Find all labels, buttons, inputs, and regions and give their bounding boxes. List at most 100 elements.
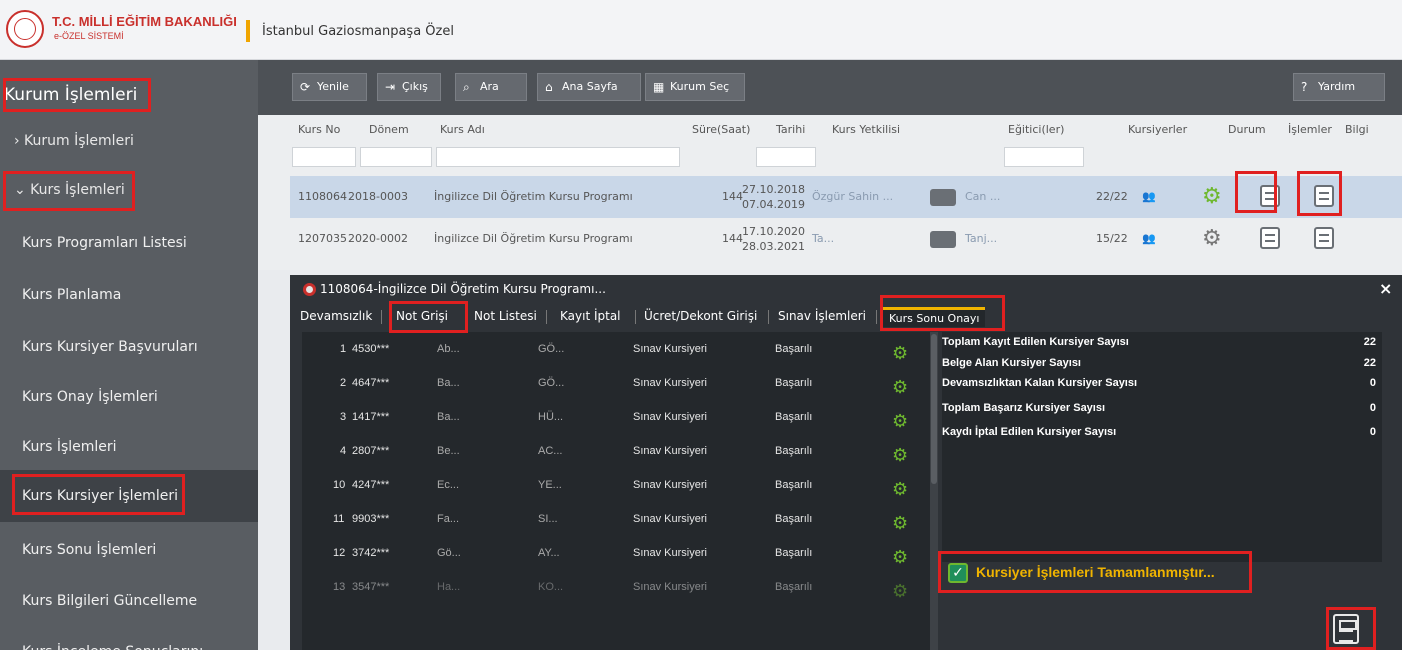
modal-header: 1108064-İngilizce Dil Öğretim Kursu Prog… — [290, 275, 1402, 303]
column-header[interactable]: Eğitici(ler) — [1008, 123, 1064, 136]
search-button[interactable]: ⌕ Ara — [455, 73, 527, 101]
briefcase-icon — [930, 189, 956, 206]
filter-input[interactable] — [756, 147, 816, 167]
tab-not-girisi[interactable]: Not Grişi — [396, 309, 448, 323]
sidebar-item-kurs-islemleri[interactable]: ⌄ Kurs İşlemleri — [0, 164, 258, 216]
list-item[interactable]: 3 1417*** Ba... HÜ... Sınav Kursiyeri Ba… — [302, 400, 930, 434]
edit-document-icon[interactable] — [1260, 227, 1280, 249]
course-period: 2020-0002 — [348, 232, 408, 245]
course-modal: 1108064-İngilizce Dil Öğretim Kursu Prog… — [290, 275, 1402, 650]
tab-sinav-islemleri[interactable]: Sınav İşlemleri — [778, 309, 866, 323]
column-header[interactable]: Dönem — [369, 123, 409, 136]
list-item[interactable]: 2 4647*** Ba... GÖ... Sınav Kursiyeri Ba… — [302, 366, 930, 400]
course-date: 17.10.2020 28.03.2021 — [742, 225, 805, 253]
close-icon[interactable]: × — [1379, 279, 1392, 298]
course-period: 2018-0003 — [348, 190, 408, 203]
filter-input[interactable] — [360, 147, 432, 167]
completion-status[interactable]: ✓ Kursiyer İşlemleri Tamamlanmıştır... — [942, 555, 1244, 589]
course-hours: 144 — [722, 190, 743, 203]
filter-input[interactable] — [436, 147, 680, 167]
tab-ucret-dekont[interactable]: Ücret/Dekont Girişi — [644, 309, 757, 323]
gear-icon[interactable]: ⚙ — [1202, 226, 1222, 251]
ministry-title: T.C. MİLLİ EĞİTİM BAKANLIĞI — [52, 14, 237, 29]
course-name: İngilizce Dil Öğretim Kursu Programı — [434, 232, 633, 245]
filter-input[interactable] — [292, 147, 356, 167]
sidebar-title[interactable]: Kurum İşlemleri — [0, 75, 258, 115]
list-item[interactable]: 10 4247*** Ec... YE... Sınav Kursiyeri B… — [302, 468, 930, 502]
ministry-subtitle: e-ÖZEL SİSTEMİ — [54, 31, 124, 41]
column-header[interactable]: Durum — [1228, 123, 1266, 136]
tab-not-listesi[interactable]: Not Listesi — [474, 309, 537, 323]
course-name: İngilizce Dil Öğretim Kursu Programı — [434, 190, 633, 203]
column-header[interactable]: Kurs Adı — [440, 123, 485, 136]
table-row[interactable]: 1207035 2020-0002 İngilizce Dil Öğretim … — [290, 218, 1402, 260]
summary-row: Belge Alan Kursiyer Sayısı 22 — [942, 357, 1376, 369]
filter-input[interactable] — [1004, 147, 1084, 167]
list-item[interactable]: 1 4530*** Ab... GÖ... Sınav Kursiyeri Ba… — [302, 332, 930, 366]
course-date: 27.10.2018 07.04.2019 — [742, 183, 805, 211]
tab-kayit-iptal[interactable]: Kayıt İptal — [560, 309, 621, 323]
gear-icon[interactable]: ⚙ — [892, 513, 908, 534]
info-document-icon[interactable] — [1314, 227, 1334, 249]
gear-icon[interactable]: ⚙ — [892, 343, 908, 364]
gear-icon[interactable]: ⚙ — [892, 479, 908, 500]
sidebar-item-kurs-onay[interactable]: Kurs Onay İşlemleri — [0, 371, 258, 423]
column-header[interactable]: Bilgi — [1345, 123, 1369, 136]
sidebar-item-kurs-inceleme[interactable]: Kurs İnceleme Sonuçlarını — [0, 626, 258, 650]
sidebar-item-kurs-sonu[interactable]: Kurs Sonu İşlemleri — [0, 524, 258, 576]
column-header[interactable]: Tarihi — [776, 123, 805, 136]
refresh-icon: ⟳ — [300, 80, 311, 94]
select-institution-button[interactable]: ▦ Kurum Seç — [645, 73, 745, 101]
sidebar-item-kursiyer-basvurulari[interactable]: Kurs Kursiyer Başvuruları — [0, 321, 258, 373]
checkbox-checked-icon[interactable]: ✓ — [948, 563, 968, 583]
sidebar-item-kurs-bilgileri[interactable]: Kurs Bilgileri Güncelleme — [0, 575, 258, 627]
gear-icon[interactable]: ⚙ — [892, 547, 908, 568]
sidebar-item-kurs-programlari[interactable]: Kurs Programları Listesi — [0, 217, 258, 269]
list-scrollbar[interactable] — [930, 332, 938, 650]
summary-row: Devamsızlıktan Kalan Kursiyer Sayısı 0 — [942, 377, 1376, 389]
tab-separator — [546, 310, 547, 324]
home-button[interactable]: ⌂ Ana Sayfa — [537, 73, 641, 101]
exit-icon: ⇥ — [385, 80, 396, 94]
column-header[interactable]: Kurs No — [298, 123, 340, 136]
student-list: 1 4530*** Ab... GÖ... Sınav Kursiyeri Ba… — [302, 332, 930, 650]
refresh-button[interactable]: ⟳ Yenile — [292, 73, 367, 101]
column-header[interactable]: İşlemler — [1288, 123, 1332, 136]
tab-separator — [876, 310, 877, 324]
help-button[interactable]: ? Yardım — [1293, 73, 1385, 101]
gear-icon[interactable]: ⚙ — [892, 581, 908, 602]
gear-icon[interactable]: ⚙ — [892, 377, 908, 398]
list-item[interactable]: 13 3547*** Ha... KO... Sınav Kursiyeri B… — [302, 570, 930, 604]
course-trainer: Tanj... — [965, 232, 998, 245]
scrollbar-thumb[interactable] — [931, 334, 937, 484]
gear-icon[interactable]: ⚙ — [892, 411, 908, 432]
course-manager: Özgür Sahin ... — [812, 190, 894, 203]
list-item[interactable]: 4 2807*** Be... AC... Sınav Kursiyeri Ba… — [302, 434, 930, 468]
tab-kurs-sonu-onayi[interactable]: Kurs Sonu Onayı — [883, 307, 986, 327]
sidebar-item-kursiyer-islemleri[interactable]: Kurs Kursiyer İşlemleri — [0, 470, 258, 522]
gear-icon[interactable]: ⚙ — [892, 445, 908, 466]
list-item[interactable]: 11 9903*** Fa... SI... Sınav Kursiyeri B… — [302, 502, 930, 536]
tab-devamsizlik[interactable]: Devamsızlık — [300, 309, 372, 323]
sidebar-item-kurs-planlama[interactable]: Kurs Planlama — [0, 269, 258, 321]
gear-icon[interactable]: ⚙ — [1202, 184, 1222, 209]
tab-separator — [381, 310, 382, 324]
tab-separator — [768, 310, 769, 324]
info-document-icon[interactable] — [1314, 185, 1334, 207]
institution-name: İstanbul Gaziosmanpaşa Özel — [262, 24, 454, 39]
column-header[interactable]: Süre(Saat) — [692, 123, 750, 136]
modal-tabs: Devamsızlık Not Grişi Not Listesi Kayıt … — [290, 305, 1402, 329]
sidebar-item-kurs-islemleri-sub[interactable]: Kurs İşlemleri — [0, 421, 258, 473]
table-row[interactable]: 1108064 2018-0003 İngilizce Dil Öğretim … — [290, 176, 1402, 218]
briefcase-icon — [930, 231, 956, 248]
course-icon — [303, 283, 316, 296]
save-icon[interactable] — [1333, 614, 1359, 644]
column-header[interactable]: Kursiyerler — [1128, 123, 1187, 136]
course-table: Kurs No Dönem Kurs Adı Süre(Saat) Tarihi… — [258, 115, 1402, 270]
list-item[interactable]: 12 3742*** Gö... AY... Sınav Kursiyeri B… — [302, 536, 930, 570]
exit-button[interactable]: ⇥ Çıkış — [377, 73, 441, 101]
column-header[interactable]: Kurs Yetkilisi — [832, 123, 900, 136]
tab-separator — [466, 310, 467, 324]
edit-document-icon[interactable] — [1260, 185, 1280, 207]
sidebar-item-kurum-islemleri[interactable]: › Kurum İşlemleri — [0, 115, 258, 167]
